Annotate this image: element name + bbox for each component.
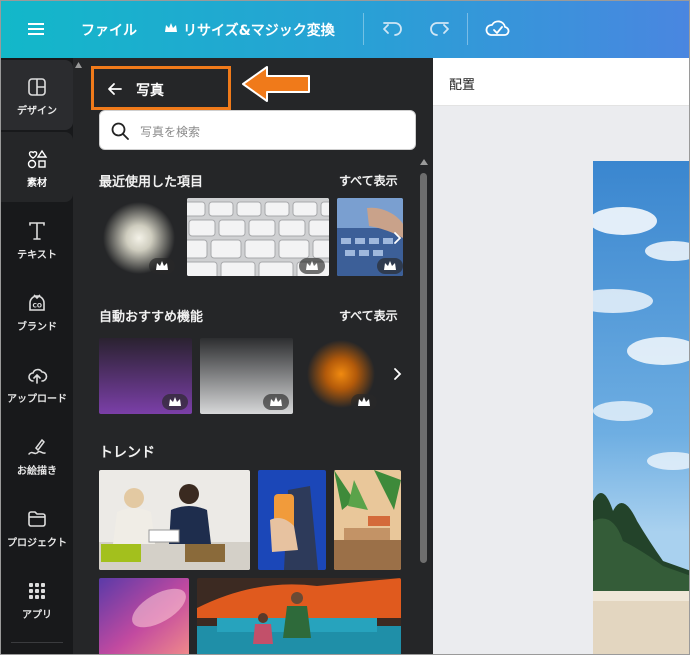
folder-icon: [28, 511, 46, 527]
see-all-suggested-link[interactable]: すべて表示: [339, 307, 398, 324]
undo-icon[interactable]: [379, 15, 407, 43]
section-title-trending: トレンド: [99, 445, 155, 461]
shapes-icon: [27, 149, 48, 169]
beach-photo: [593, 161, 689, 654]
recent-photo-thumb[interactable]: [99, 198, 179, 276]
recent-photo-thumb[interactable]: [187, 198, 329, 276]
see-all-recent-link[interactable]: すべて表示: [339, 172, 398, 189]
app-window: ファイル リサイズ&マジック変換 デザイン 素材 テキスト CO ブランド アッ…: [0, 0, 690, 655]
premium-badge: [162, 394, 188, 410]
suggested-photo-thumb[interactable]: [99, 338, 192, 414]
crown-icon: [156, 261, 168, 270]
chevron-right-icon[interactable]: [389, 366, 405, 382]
chevron-right-icon[interactable]: [389, 230, 405, 246]
rail-item-apps[interactable]: アプリ: [1, 564, 73, 634]
rail-item-elements[interactable]: 素材: [1, 132, 73, 202]
panel-title: 写真: [136, 83, 164, 99]
trending-photo-thumb[interactable]: [99, 470, 250, 570]
crown-icon: [306, 261, 318, 270]
brand-icon: CO: [29, 294, 45, 311]
crown-icon: [165, 23, 177, 32]
rail-item-text[interactable]: テキスト: [1, 204, 73, 274]
position-button[interactable]: 配置: [449, 74, 475, 93]
design-page[interactable]: [593, 161, 689, 654]
svg-text:CO: CO: [33, 303, 43, 310]
panel-scrollbar-thumb[interactable]: [420, 173, 427, 563]
layout-icon: [28, 78, 46, 96]
hamburger-icon[interactable]: [23, 16, 49, 42]
file-menu[interactable]: ファイル: [81, 20, 137, 40]
premium-badge: [149, 258, 175, 274]
office-lounge-photo: [197, 578, 401, 654]
rail-item-label: プロジェクト: [7, 538, 67, 549]
scroll-up-icon[interactable]: [420, 159, 428, 165]
rail-scroll-up-icon[interactable]: [75, 62, 82, 68]
photos-panel: 写真 写真を検索 最近使用した項目 すべて表示 自動おすすめ機能 すべて表示 ト…: [73, 58, 433, 654]
redo-icon[interactable]: [425, 15, 453, 43]
rail-item-label: デザイン: [17, 106, 57, 117]
upload-cloud-icon: [28, 368, 48, 384]
premium-badge: [377, 258, 403, 274]
toolbar-divider: [467, 13, 468, 45]
trending-photo-thumb[interactable]: [258, 470, 326, 570]
rail-item-projects[interactable]: プロジェクト: [1, 492, 73, 562]
premium-badge: [263, 394, 289, 410]
resize-magic-button[interactable]: リサイズ&マジック変換: [183, 20, 335, 40]
canvas-context-bar: 配置: [433, 58, 689, 106]
rail-item-design[interactable]: デザイン: [1, 60, 73, 130]
rail-item-label: アップロード: [7, 394, 67, 405]
trending-photo-thumb[interactable]: [99, 578, 189, 654]
rail-item-label: ブランド: [17, 322, 57, 333]
phone-hand-photo: [258, 470, 326, 570]
top-toolbar: ファイル リサイズ&マジック変換: [1, 1, 689, 58]
crown-icon: [358, 397, 370, 406]
trending-photo-thumb[interactable]: [197, 578, 401, 654]
premium-badge: [351, 394, 377, 410]
two-women-photo: [99, 470, 250, 570]
crown-icon: [384, 261, 396, 270]
back-arrow-icon[interactable]: [106, 80, 124, 98]
annotation-arrow-icon: [242, 66, 310, 102]
section-title-suggested: 自動おすすめ機能: [99, 310, 204, 325]
photo-search-input[interactable]: 写真を検索: [99, 110, 416, 150]
rail-item-brand[interactable]: CO ブランド: [1, 276, 73, 346]
pink-abstract-photo: [99, 578, 189, 654]
side-nav-rail: デザイン 素材 テキスト CO ブランド アップロード お絵描き プロジェクト …: [1, 58, 73, 654]
trending-photo-thumb[interactable]: [334, 470, 401, 570]
cafe-plants-photo: [334, 470, 401, 570]
rail-divider: [11, 642, 63, 643]
search-icon: [111, 122, 129, 140]
section-title-recent: 最近使用した項目: [99, 175, 204, 190]
toolbar-divider: [363, 13, 364, 45]
apps-grid-icon: [29, 583, 45, 599]
text-icon: [29, 222, 45, 240]
rail-item-label: お絵描き: [17, 466, 57, 477]
suggested-photo-thumb[interactable]: [301, 338, 381, 414]
rail-item-label: アプリ: [22, 610, 52, 621]
search-placeholder: 写真を検索: [140, 125, 201, 139]
draw-icon: [28, 438, 46, 455]
rail-item-label: 素材: [27, 178, 47, 189]
cloud-check-icon[interactable]: [483, 15, 511, 43]
premium-badge: [299, 258, 325, 274]
rail-item-upload[interactable]: アップロード: [1, 348, 73, 418]
crown-icon: [169, 397, 181, 406]
crown-icon: [270, 397, 282, 406]
back-to-photos-highlight: 写真: [91, 66, 231, 110]
rail-item-label: テキスト: [17, 250, 57, 261]
suggested-photo-thumb[interactable]: [200, 338, 293, 414]
rail-item-draw[interactable]: お絵描き: [1, 420, 73, 490]
